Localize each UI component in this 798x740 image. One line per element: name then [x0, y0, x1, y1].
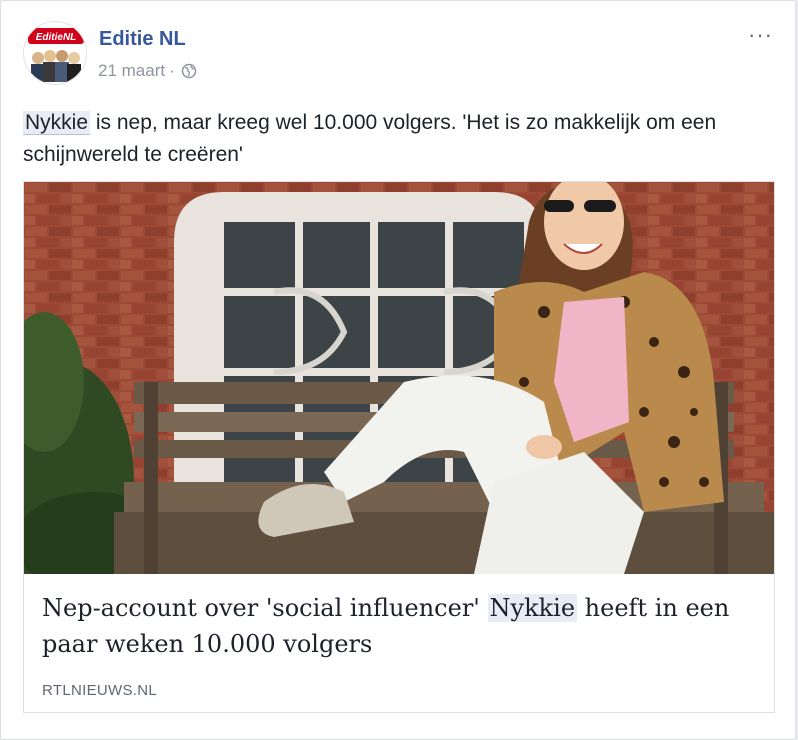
more-options-icon[interactable]: ··· [748, 24, 773, 46]
svg-text:EditieNL: EditieNL [36, 32, 77, 43]
link-title-before: Nep-account over 'social influencer' [42, 594, 488, 622]
page-avatar[interactable]: EditieNL [23, 21, 87, 85]
post-card: EditieNL Editie NL 21 maart · ··· Nykkie… [0, 0, 796, 740]
post-date[interactable]: 21 maart [98, 61, 165, 81]
page-name-link[interactable]: Editie NL [99, 28, 186, 51]
post-text-line1: is nep, maar kreeg wel 10.000 volgers. '… [90, 111, 717, 134]
post-text: Nykkie is nep, maar kreeg wel 10.000 vol… [23, 107, 763, 171]
link-preview-source: RTLNIEUWS.NL [42, 682, 158, 699]
globe-icon[interactable] [181, 63, 197, 79]
link-preview-card[interactable]: Nep-account over 'social influencer' Nyk… [23, 181, 775, 713]
mention-link[interactable]: Nykkie [23, 111, 91, 135]
link-preview-image[interactable] [24, 182, 774, 574]
meta-separator: · [169, 61, 175, 80]
link-title-mention[interactable]: Nykkie [487, 594, 578, 622]
link-preview-title[interactable]: Nep-account over 'social influencer' Nyk… [42, 590, 762, 662]
post-meta: 21 maart · [98, 61, 197, 81]
post-text-line2: schijnwereld te creëren' [23, 143, 243, 166]
